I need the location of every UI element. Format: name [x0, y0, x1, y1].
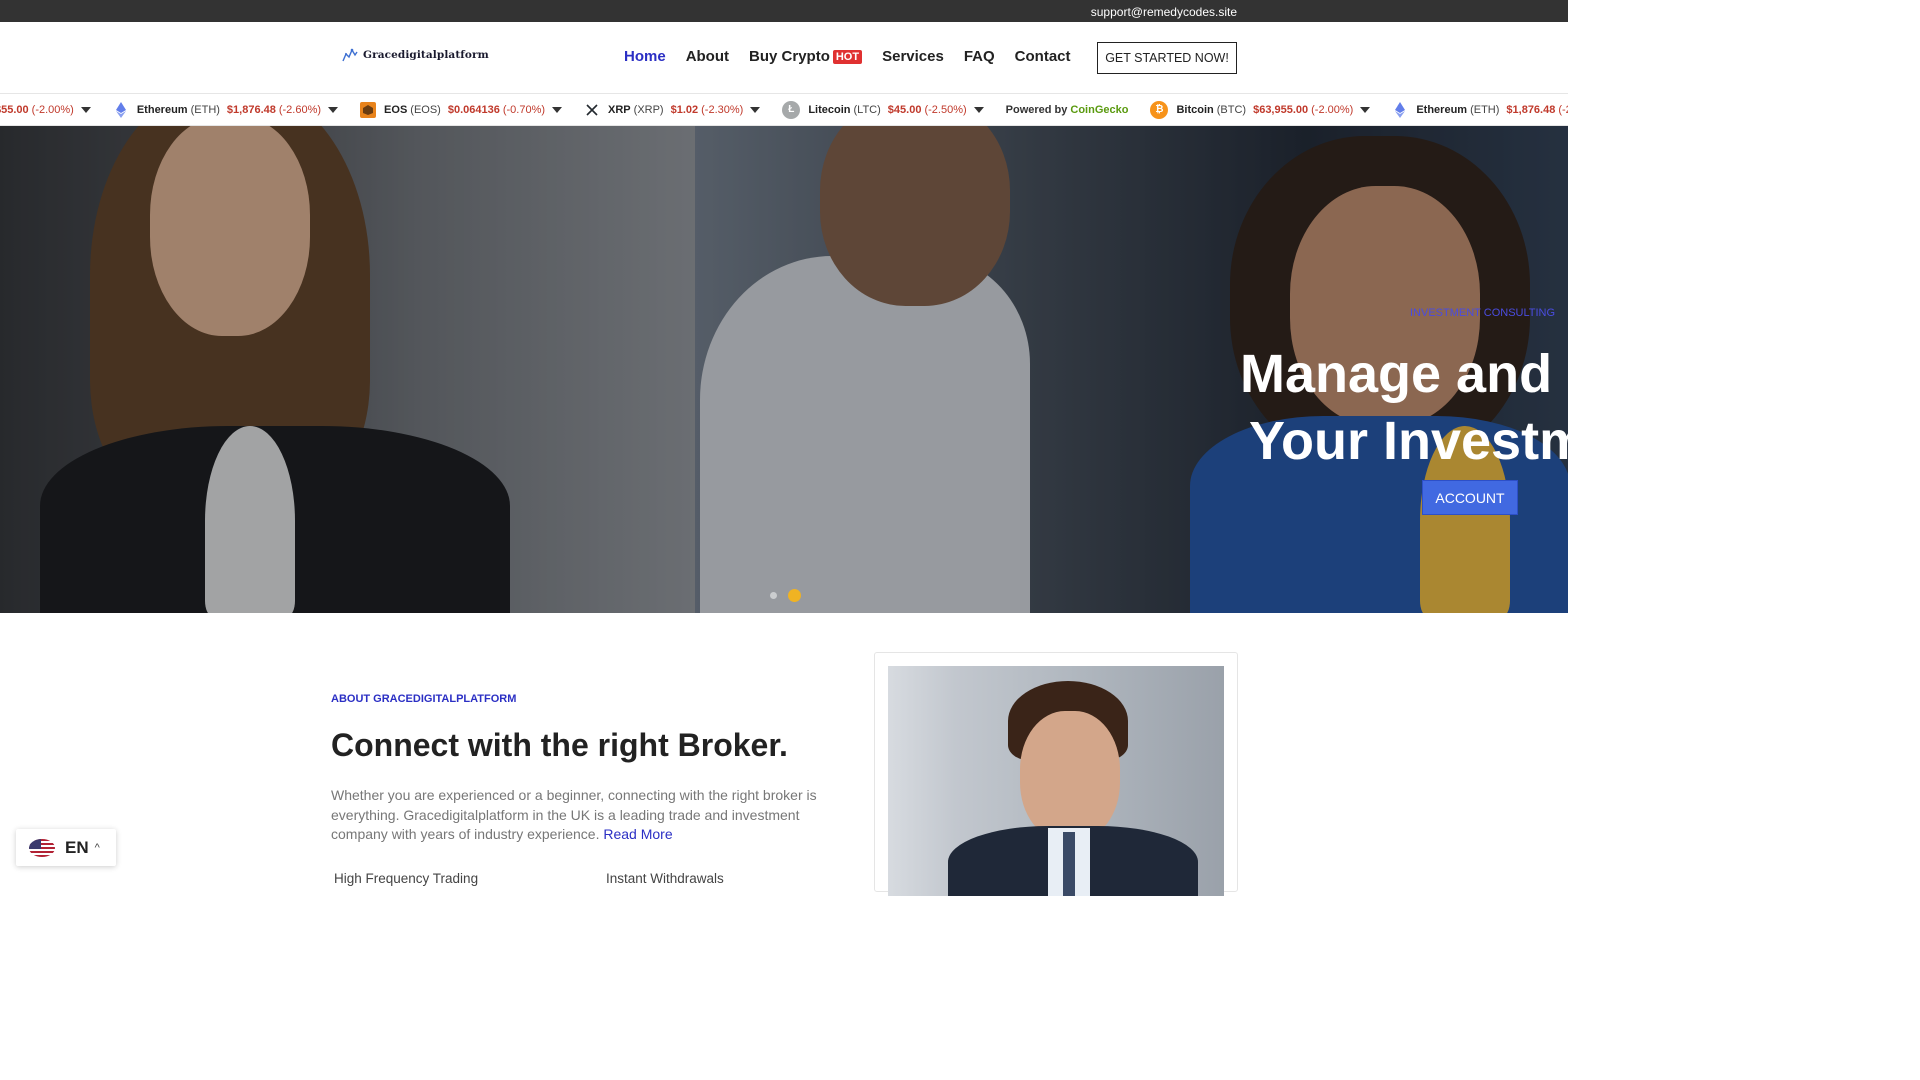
ticker-coin-name: Bitcoin	[1176, 103, 1214, 116]
photo-face	[1020, 711, 1120, 841]
nav-contact[interactable]: Contact	[1015, 48, 1071, 65]
ticker-coin-name: Litecoin	[808, 103, 851, 116]
caret-down-icon	[552, 106, 563, 113]
ticker-coin-symbol: (LTC)	[853, 103, 881, 116]
ticker-price-value: 55.00	[1, 103, 29, 116]
chevron-up-icon: ^	[94, 841, 100, 854]
caret-down-icon	[973, 106, 984, 113]
ticker-item[interactable]: $55.00 (-2.00%)	[0, 104, 91, 116]
ticker-change: (-2.60%)	[278, 103, 322, 116]
powered-by-label: Powered by	[1005, 103, 1068, 116]
hero-headline-line1: Manage and	[1240, 344, 1553, 404]
ticker-coin-symbol: (XRP)	[633, 103, 664, 116]
nav-buy-crypto[interactable]: Buy Crypto HOT	[749, 48, 863, 65]
ticker-item[interactable]: Ethereum (ETH) $1,876.48 (-2.60%)	[113, 101, 339, 118]
ticker-change: (-2.50%)	[924, 103, 967, 116]
ticker-change: (-2.00%)	[31, 103, 74, 116]
ticker-price: $45.00	[887, 103, 922, 116]
ticker-change: (-2.60%)	[1558, 103, 1568, 116]
ethereum-icon	[113, 101, 129, 118]
ticker-coin-name: Ethereum	[1416, 103, 1468, 116]
ethereum-icon	[1392, 101, 1408, 118]
eos-icon	[360, 101, 377, 118]
ticker-item[interactable]: XRP (XRP) $1.02 (-2.30%)	[584, 102, 761, 118]
about-image-card	[874, 652, 1238, 896]
caret-down-icon	[328, 106, 339, 113]
nav-buy-crypto-label: Buy Crypto	[749, 48, 830, 65]
about-photo-businessman	[888, 666, 1224, 896]
ticker-coin-name: XRP	[608, 103, 631, 116]
ticker-coin-symbol: (EOS)	[410, 103, 441, 116]
ticker-price: $0.064136	[447, 103, 500, 116]
bitcoin-icon: ₿	[1150, 100, 1169, 119]
get-started-button[interactable]: GET STARTED NOW!	[1097, 42, 1237, 74]
nav-home[interactable]: Home	[624, 48, 666, 65]
photo-tie	[1063, 832, 1075, 896]
hero-kicker: INVESTMENT CONSULTING	[1410, 307, 1556, 319]
hero-slider: INVESTMENT CONSULTING Manage and Your In…	[0, 126, 1568, 613]
feature-item: High Frequency Trading	[334, 871, 479, 886]
litecoin-icon: Ł	[782, 100, 801, 119]
ticker-item[interactable]: EOS (EOS) $0.064136 (-0.70%)	[360, 101, 563, 118]
hero-headline-line2: Your Investm	[1249, 411, 1568, 471]
caret-down-icon	[80, 106, 91, 113]
crypto-price-ticker: $55.00 (-2.00%) Ethereum (ETH) $1,876.48…	[0, 93, 1568, 126]
language-selector[interactable]: EN ^	[16, 829, 116, 866]
site-logo[interactable]: Gracedigitalplatform	[342, 48, 489, 62]
about-title: Connect with the right Broker.	[331, 727, 788, 763]
ticker-change: (-2.30%)	[701, 103, 744, 116]
slider-dot-2[interactable]	[788, 589, 801, 602]
xrp-icon	[584, 102, 600, 118]
features-list: High Frequency Trading Instant Withdrawa…	[334, 871, 724, 886]
ticker-item[interactable]: Ethereum (ETH) $1,876.48 (-2.60%)	[1392, 101, 1568, 118]
ticker-powered-by[interactable]: Powered by CoinGecko	[1006, 104, 1129, 116]
ticker-coin-name: Ethereum	[136, 103, 188, 116]
us-flag-icon	[29, 838, 55, 857]
main-nav: Home About Buy Crypto HOT Services FAQ Co…	[624, 48, 1091, 65]
read-more-link[interactable]: Read More	[603, 826, 672, 842]
ticker-coin-name: EOS	[384, 103, 408, 116]
hot-badge: HOT	[832, 50, 863, 64]
about-kicker: ABOUT GRACEDIGITALPLATFORM	[331, 693, 517, 705]
logo-text: Gracedigitalplatform	[363, 49, 489, 61]
language-code: EN	[65, 837, 89, 857]
hero-headline: Manage and Your Investm	[1240, 341, 1568, 475]
top-bar: support@remedycodes.site	[0, 0, 1568, 22]
caret-down-icon	[1360, 106, 1371, 113]
slider-dot-1[interactable]	[770, 592, 777, 599]
feature-item: Instant Withdrawals	[606, 871, 724, 886]
nav-services[interactable]: Services	[882, 48, 944, 65]
ticker-item[interactable]: Ł Litecoin (LTC) $45.00 (-2.50%)	[782, 100, 984, 119]
ticker-coin-symbol: (BTC)	[1216, 103, 1247, 116]
ticker-change: (-2.00%)	[1311, 103, 1354, 116]
ticker-track: $55.00 (-2.00%) Ethereum (ETH) $1,876.48…	[0, 94, 1568, 125]
ticker-price: $1.02	[670, 103, 699, 116]
ticker-coin-symbol: (ETH)	[190, 103, 220, 116]
slider-pagination	[770, 589, 801, 602]
nav-about[interactable]: About	[686, 48, 729, 65]
about-paragraph: Whether you are experienced or a beginne…	[331, 787, 817, 842]
ticker-change: (-0.70%)	[502, 103, 546, 116]
ticker-price: $1,876.48	[1506, 103, 1556, 116]
caret-down-icon	[750, 106, 761, 113]
coingecko-link[interactable]: CoinGecko	[1070, 104, 1128, 116]
nav-faq[interactable]: FAQ	[964, 48, 995, 65]
ticker-price: $63,955.00	[1253, 103, 1309, 116]
logo-icon	[342, 48, 358, 62]
site-header: Gracedigitalplatform Home About Buy Cryp…	[0, 22, 1568, 93]
support-email-link[interactable]: support@remedycodes.site	[1091, 5, 1237, 19]
ticker-coin-symbol: (ETH)	[1470, 103, 1500, 116]
ticker-price: $55.00	[0, 104, 29, 116]
ticker-price: $1,876.48	[226, 103, 276, 116]
about-text: Whether you are experienced or a beginne…	[331, 786, 831, 845]
account-button[interactable]: ACCOUNT	[1422, 480, 1518, 515]
ticker-item[interactable]: ₿ Bitcoin (BTC) $63,955.00 (-2.00%)	[1150, 100, 1371, 119]
